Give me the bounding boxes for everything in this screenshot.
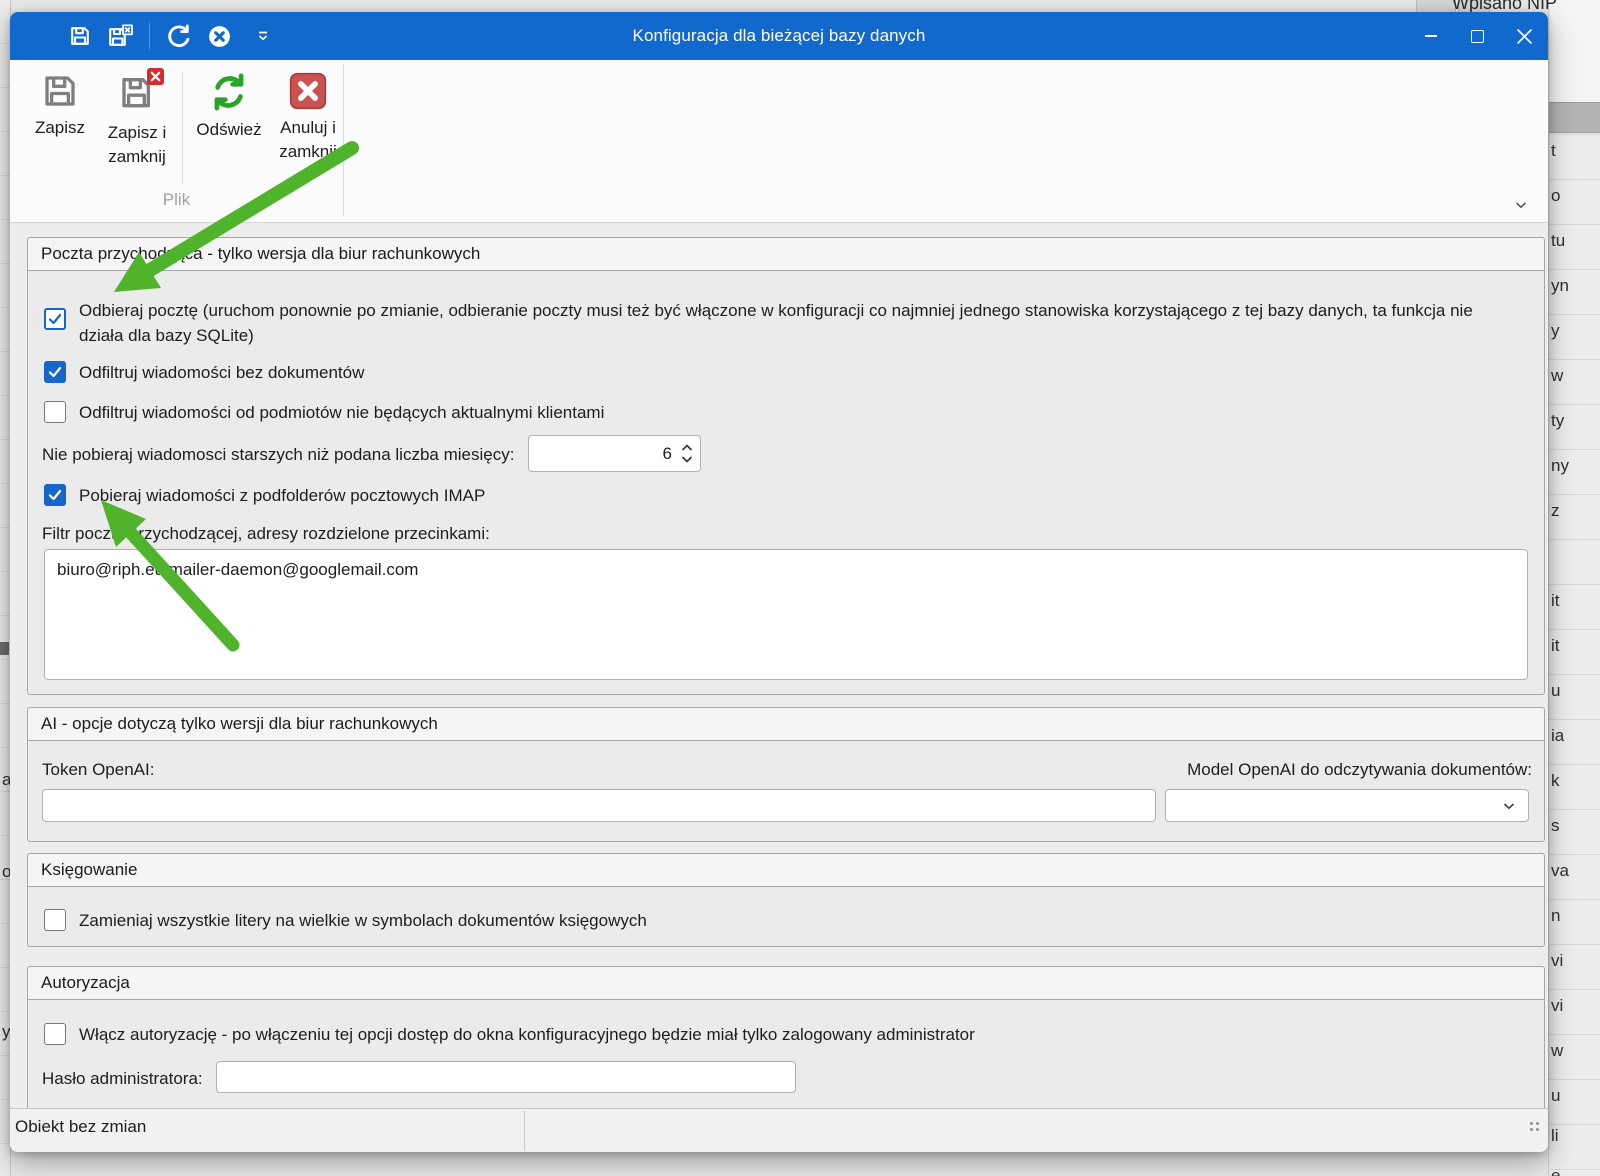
section-incoming-mail-title: Poczta przychodząca - tylko wersja dla b…	[28, 238, 1544, 271]
save-icon	[40, 71, 80, 111]
checkbox-enable-authorization[interactable]	[44, 1023, 66, 1045]
mail-filter-textarea[interactable]: biuro@riph.eu,mailer-daemon@googlemail.c…	[44, 549, 1528, 680]
months-spinner[interactable]: 6	[528, 435, 701, 472]
mail-filter-label: Filtr poczty przychodzącej, adresy rozdz…	[42, 524, 490, 544]
checkbox-imap-subfolders[interactable]	[44, 484, 66, 506]
status-text: Obiekt bez zmian	[15, 1117, 146, 1137]
background-grid-header	[1549, 102, 1600, 133]
checkbox-filter-no-documents-label: Odfiltruj wiadomości bez dokumentów	[79, 360, 364, 385]
save-and-close-icon	[117, 71, 157, 116]
ribbon-collapse-icon[interactable]	[1508, 192, 1534, 218]
checkbox-receive-mail[interactable]	[44, 308, 66, 330]
save-and-close-button-label: Zapisz i zamknij	[96, 121, 178, 169]
months-label: Nie pobieraj wiadomosci starszych niż po…	[42, 445, 514, 465]
cancel-icon[interactable]	[207, 24, 232, 49]
save-icon[interactable]	[68, 24, 92, 48]
openai-model-label: Model OpenAI do odczytywania dokumentów:	[1187, 760, 1532, 780]
minimize-button[interactable]	[1407, 12, 1454, 60]
refresh-button-label: Odśwież	[196, 118, 261, 142]
screen: aoys totuynywtynyzitituiaksvanviviwulie …	[0, 0, 1600, 1176]
admin-password-input[interactable]	[216, 1061, 796, 1093]
save-and-close-button[interactable]: Zapisz i zamknij	[96, 66, 178, 169]
checkbox-imap-subfolders-label: Pobieraj wiadomości z podfolderów poczto…	[79, 483, 485, 508]
cancel-and-close-button[interactable]: Anuluj i zamknij	[268, 66, 348, 164]
section-authorization-title: Autoryzacja	[28, 967, 1544, 1000]
save-and-close-icon[interactable]	[107, 24, 134, 48]
cancel-icon	[288, 71, 328, 111]
spinner-arrows-icon[interactable]	[680, 440, 694, 467]
toolbar-dropdown-icon[interactable]	[255, 28, 271, 44]
openai-token-label: Token OpenAI:	[42, 760, 154, 780]
save-button[interactable]: Zapisz	[28, 66, 92, 140]
checkbox-filter-non-clients[interactable]	[44, 401, 66, 423]
config-dialog-window: Konfiguracja dla bieżącej bazy danych	[10, 12, 1548, 1152]
section-ai: AI - opcje dotyczą tylko wersji dla biur…	[27, 707, 1545, 842]
section-accounting: Księgowanie Zamieniaj wszystkie litery n…	[27, 853, 1545, 947]
checkbox-uppercase-symbols[interactable]	[44, 909, 66, 931]
openai-model-dropdown[interactable]	[1165, 789, 1529, 822]
checkbox-enable-authorization-label: Włącz autoryzację - po włączeniu tej opc…	[79, 1022, 975, 1047]
chevron-down-icon	[1500, 797, 1518, 815]
maximize-button[interactable]	[1454, 12, 1501, 60]
months-value: 6	[663, 444, 672, 464]
checkbox-filter-no-documents[interactable]	[44, 361, 66, 383]
toolbar-separator	[149, 23, 150, 49]
quick-access-toolbar	[68, 12, 271, 60]
window-controls	[1407, 12, 1548, 60]
resize-grip[interactable]	[1530, 1122, 1540, 1132]
section-incoming-mail: Poczta przychodząca - tylko wersja dla b…	[27, 237, 1545, 695]
openai-token-input[interactable]	[42, 789, 1156, 822]
ribbon: Zapisz Zapisz i zamknij	[10, 60, 1548, 223]
title-bar[interactable]: Konfiguracja dla bieżącej bazy danych	[10, 12, 1548, 60]
checkbox-receive-mail-label: Odbieraj pocztę (uruchom ponownie po zmi…	[79, 298, 1513, 348]
checkbox-filter-non-clients-label: Odfiltruj wiadomości od podmiotów nie bę…	[79, 400, 604, 425]
save-button-label: Zapisz	[35, 116, 85, 140]
checkbox-uppercase-symbols-label: Zamieniaj wszystkie litery na wielkie w …	[79, 908, 647, 933]
section-authorization: Autoryzacja Włącz autoryzację - po włącz…	[27, 966, 1545, 1109]
refresh-icon	[208, 71, 250, 113]
background-window-right: totuynywtynyzitituiaksvanviviwulie	[1548, 0, 1600, 1176]
status-divider	[524, 1111, 525, 1151]
admin-password-label: Hasło administratora:	[42, 1069, 203, 1089]
ribbon-group-label: Plik	[10, 190, 343, 210]
refresh-icon[interactable]	[165, 23, 192, 50]
cancel-and-close-button-label: Anuluj i zamknij	[268, 116, 348, 164]
status-bar: Obiekt bez zmian	[10, 1108, 1548, 1152]
background-fragment-bar	[0, 642, 9, 655]
section-ai-title: AI - opcje dotyczą tylko wersji dla biur…	[28, 708, 1544, 741]
refresh-button[interactable]: Odśwież	[190, 66, 268, 142]
section-accounting-title: Księgowanie	[28, 854, 1544, 887]
close-button[interactable]	[1501, 12, 1548, 60]
